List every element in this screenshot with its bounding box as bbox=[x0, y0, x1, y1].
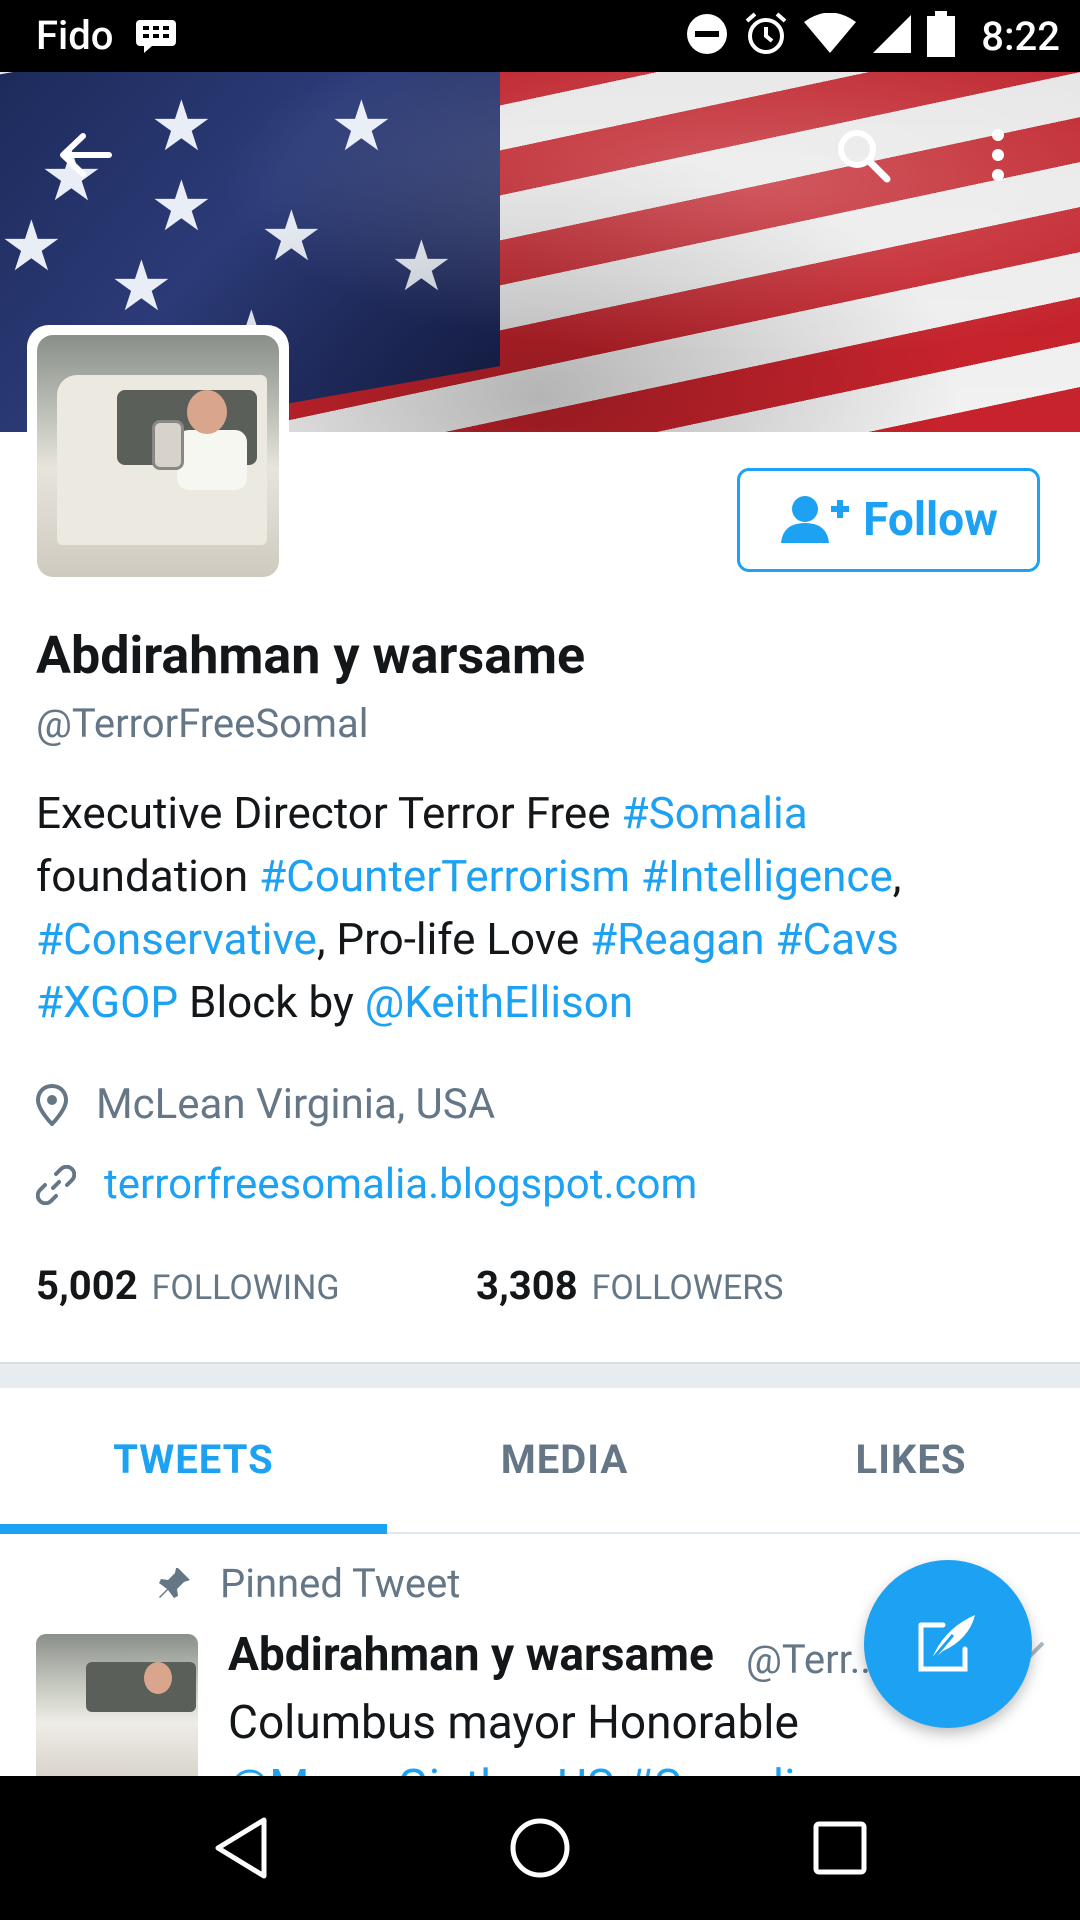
avatar-face-shape bbox=[144, 1662, 172, 1694]
website-link[interactable]: terrorfreesomalia.blogspot.com bbox=[104, 1160, 697, 1209]
avatar-mirror-shape bbox=[152, 420, 184, 470]
bio-text: foundation bbox=[36, 850, 260, 902]
following-stat[interactable]: 5,002 FOLLOWING bbox=[36, 1262, 340, 1309]
nav-back-button[interactable] bbox=[200, 1806, 284, 1890]
avatar-window-shape bbox=[86, 1662, 196, 1712]
mention-link[interactable]: @KeithEllison bbox=[365, 976, 633, 1028]
profile-website[interactable]: terrorfreesomalia.blogspot.com bbox=[36, 1160, 697, 1209]
carrier-name: Fido bbox=[36, 12, 114, 59]
followers-label: FOLLOWERS bbox=[591, 1268, 784, 1308]
follow-button[interactable]: Follow bbox=[737, 468, 1040, 572]
bio-text bbox=[765, 913, 776, 965]
bio-text: , bbox=[892, 850, 902, 902]
add-user-icon bbox=[781, 496, 850, 543]
compose-quill-icon bbox=[918, 1615, 975, 1672]
tab-media[interactable]: MEDIA bbox=[387, 1386, 742, 1532]
clock-time: 8:22 bbox=[981, 12, 1060, 60]
nav-recents-button[interactable] bbox=[798, 1806, 882, 1890]
link-icon bbox=[36, 1164, 76, 1205]
hashtag-link[interactable]: #CounterTerrorism bbox=[259, 850, 630, 902]
hashtag-link[interactable]: #Conservative bbox=[36, 913, 317, 965]
follow-button-label: Follow bbox=[863, 493, 998, 547]
profile-name: Abdirahman y warsame bbox=[36, 625, 586, 686]
bio-text bbox=[630, 850, 641, 902]
compose-tweet-button[interactable] bbox=[864, 1560, 1032, 1728]
tab-tweets[interactable]: TWEETS bbox=[0, 1386, 387, 1532]
dnd-icon bbox=[685, 12, 729, 60]
overflow-menu-icon bbox=[992, 129, 1004, 181]
battery-icon bbox=[927, 11, 956, 61]
tab-likes[interactable]: LIKES bbox=[742, 1386, 1080, 1532]
active-tab-indicator bbox=[0, 1524, 387, 1534]
nav-home-icon bbox=[510, 1818, 570, 1878]
followers-stat[interactable]: 3,308 FOLLOWERS bbox=[476, 1262, 783, 1309]
back-button[interactable] bbox=[40, 110, 130, 200]
profile-bio: Executive Director Terror Free #Somalia … bbox=[36, 782, 1036, 1034]
followers-count: 3,308 bbox=[476, 1262, 578, 1309]
bbm-icon bbox=[134, 18, 178, 58]
status-bar: Fido 8:22 bbox=[0, 0, 1080, 72]
section-divider bbox=[0, 1362, 1080, 1388]
wifi-icon bbox=[803, 12, 857, 59]
profile-location: McLean Virginia, USA bbox=[36, 1080, 495, 1129]
search-button[interactable] bbox=[818, 110, 908, 200]
search-icon bbox=[838, 130, 891, 183]
pin-icon bbox=[159, 1567, 190, 1598]
hashtag-link[interactable]: #Cavs bbox=[775, 913, 898, 965]
signal-icon bbox=[871, 13, 913, 59]
tweet-author-handle: @Terr... bbox=[746, 1636, 882, 1683]
bio-text: Executive Director Terror Free bbox=[36, 787, 622, 839]
bio-text: , Pro-life Love bbox=[316, 913, 591, 965]
tweet-text: Columbus mayor Honorable bbox=[228, 1696, 799, 1750]
back-arrow-icon bbox=[60, 133, 112, 177]
avatar-face-shape bbox=[187, 390, 227, 434]
location-text: McLean Virginia, USA bbox=[96, 1080, 496, 1129]
profile-tabs: TWEETS MEDIA LIKES bbox=[0, 1386, 1080, 1534]
overflow-menu-button[interactable] bbox=[968, 110, 1028, 200]
alarm-icon bbox=[743, 11, 789, 61]
tweet-author-name[interactable]: Abdirahman y warsame bbox=[228, 1628, 714, 1682]
following-count: 5,002 bbox=[36, 1262, 138, 1309]
pinned-label: Pinned Tweet bbox=[220, 1560, 461, 1607]
nav-recents-icon bbox=[813, 1821, 867, 1875]
profile-avatar-frame[interactable] bbox=[27, 325, 289, 585]
avatar-shirt-shape bbox=[177, 430, 247, 490]
nav-home-button[interactable] bbox=[498, 1806, 582, 1890]
tweet-author-avatar[interactable] bbox=[36, 1634, 198, 1796]
system-nav-bar bbox=[0, 1776, 1080, 1920]
hashtag-link[interactable]: #XGOP bbox=[36, 976, 178, 1028]
location-pin-icon bbox=[36, 1083, 68, 1126]
hashtag-link[interactable]: #Reagan bbox=[590, 913, 764, 965]
hashtag-link[interactable]: #Intelligence bbox=[641, 850, 893, 902]
nav-back-icon bbox=[215, 1817, 267, 1879]
pinned-tweet-header: Pinned Tweet bbox=[156, 1560, 460, 1607]
bio-text: Block by bbox=[178, 976, 365, 1028]
hashtag-link[interactable]: #Somalia bbox=[621, 787, 807, 839]
profile-handle: @TerrorFreeSomal bbox=[36, 700, 369, 747]
avatar bbox=[37, 335, 279, 577]
following-label: FOLLOWING bbox=[151, 1268, 340, 1308]
